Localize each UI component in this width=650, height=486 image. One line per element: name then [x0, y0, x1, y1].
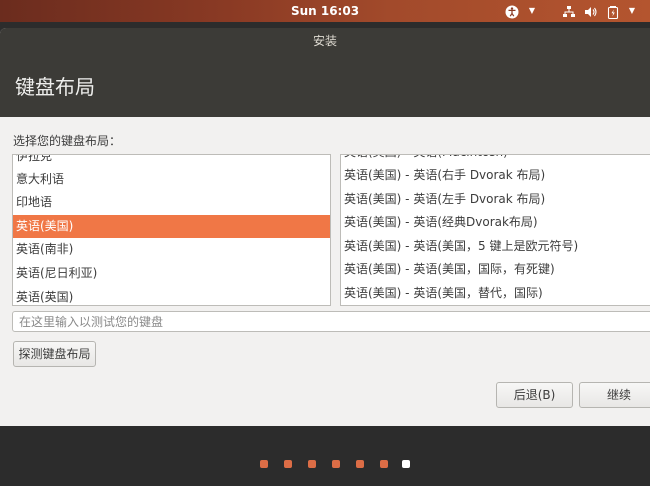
battery-icon[interactable] — [606, 0, 620, 22]
page-title: 键盘布局 — [15, 75, 95, 99]
progress-dot — [284, 460, 292, 468]
list-item[interactable]: 英语(美国) - 英语(经典Dvorak布局) — [341, 211, 650, 234]
list-item[interactable]: 英语(美国) - 英语(美国，国际，有死键) — [341, 258, 650, 281]
layout-list[interactable]: 伊拉克 意大利语 印地语 英语(美国) 英语(南非) 英语(尼日利亚) 英语(英… — [12, 154, 331, 306]
window-title: 安装 — [0, 28, 650, 55]
list-item[interactable]: 英语(英国) — [13, 286, 330, 305]
list-item-selected[interactable]: 英语(美国) — [13, 215, 330, 238]
progress-dot-current — [402, 460, 410, 468]
list-item[interactable]: 伊拉克 — [13, 155, 330, 168]
detect-layout-button[interactable]: 探测键盘布局 — [13, 341, 96, 367]
progress-footer — [0, 426, 650, 486]
accessibility-icon[interactable] — [504, 0, 520, 22]
variant-list[interactable]: 英语(美国) - 英语(Macintosh) 英语(美国) - 英语(右手 Dv… — [340, 154, 650, 306]
list-item[interactable]: 英语(尼日利亚) — [13, 262, 330, 285]
progress-dot — [332, 460, 340, 468]
network-icon[interactable] — [562, 0, 576, 22]
progress-dot — [260, 460, 268, 468]
list-item[interactable]: 英语(南非) — [13, 238, 330, 261]
keyboard-test-input[interactable]: 在这里输入以测试您的键盘 — [12, 311, 650, 332]
chevron-down-icon[interactable]: ▼ — [626, 0, 638, 22]
list-item[interactable]: 英语(美国) - 英语(左手 Dvorak 布局) — [341, 188, 650, 211]
page-header: 键盘布局 — [0, 55, 650, 117]
list-item[interactable]: 英语(美国) - 英语(右手 Dvorak 布局) — [341, 164, 650, 187]
layout-prompt: 选择您的键盘布局： — [13, 134, 122, 148]
progress-dot — [380, 460, 388, 468]
list-item[interactable]: 印地语 — [13, 191, 330, 214]
continue-button[interactable]: 继续 — [579, 382, 650, 408]
chevron-down-icon[interactable]: ▼ — [526, 0, 538, 22]
list-item[interactable]: 意大利语 — [13, 168, 330, 191]
progress-dot — [308, 460, 316, 468]
list-item[interactable]: 英语(美国) - 英语(Macintosh) — [341, 155, 650, 164]
list-item[interactable]: 英语(美国) - 英语(美国，5 键上是欧元符号) — [341, 235, 650, 258]
list-item[interactable]: 英语(美国) - 英语(美国，替代，国际) — [341, 282, 650, 305]
installer-window: 安装 键盘布局 选择您的键盘布局： 伊拉克 意大利语 印地语 英语(美国) 英语… — [0, 28, 650, 426]
clock[interactable]: Sun 16:03 — [0, 0, 650, 22]
back-button[interactable]: 后退(B) — [496, 382, 573, 408]
volume-icon[interactable] — [584, 0, 598, 22]
progress-dot — [356, 460, 364, 468]
top-bar: Sun 16:03 ▼ ▼ — [0, 0, 650, 22]
